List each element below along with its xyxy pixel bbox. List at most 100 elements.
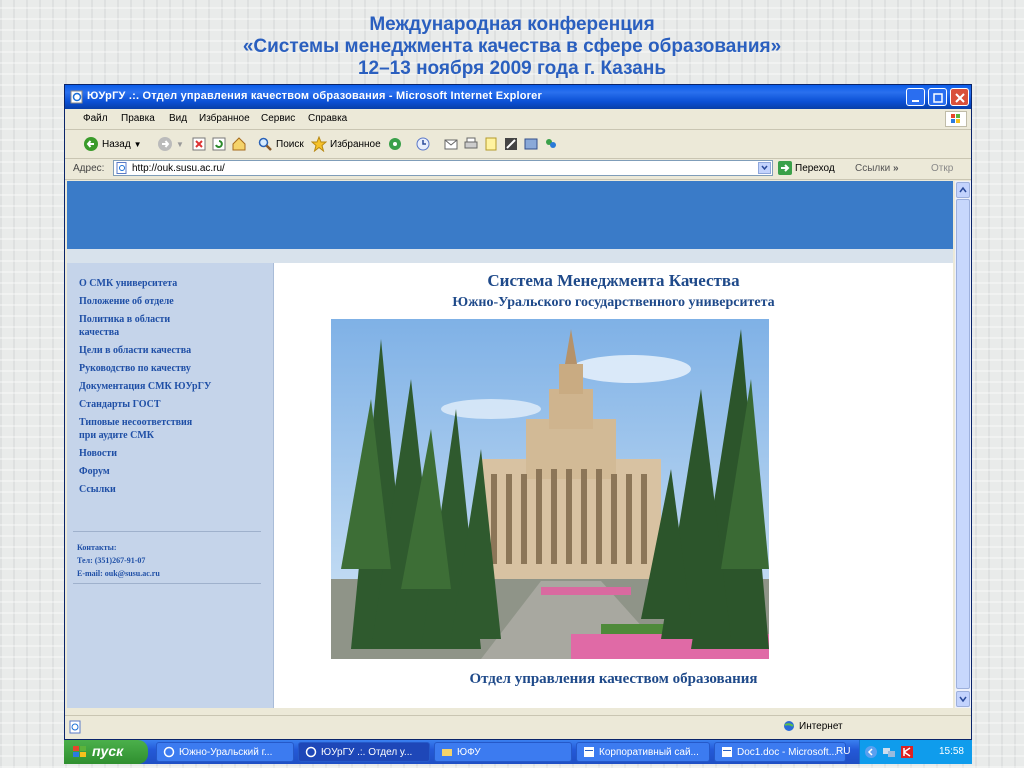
menu-tools[interactable]: Сервис (261, 113, 295, 124)
back-arrow-icon (84, 137, 98, 151)
browser-window: ЮУрГУ .:. Отдел управления качеством обр… (64, 84, 972, 740)
nav-link-gost-standards[interactable]: Стандарты ГОСТ (75, 398, 265, 411)
folder-icon (442, 749, 452, 756)
messenger-icon (546, 139, 556, 148)
back-button[interactable]: Назад ▼ (83, 136, 142, 152)
tray-antivirus-icon[interactable] (900, 745, 914, 759)
security-zone: Интернет (783, 720, 843, 732)
slide-title: Международная конференция «Системы менед… (0, 14, 1024, 80)
clock[interactable]: 15:58 (939, 746, 964, 757)
refresh-button[interactable] (211, 136, 227, 152)
media-icon (389, 138, 401, 150)
nav-link-links[interactable]: Ссылки (75, 483, 265, 496)
taskbar-item-label: Южно-Уральский г... (179, 747, 273, 758)
minimize-icon (912, 100, 919, 102)
taskbar-item-3[interactable]: ЮФУ (434, 742, 572, 762)
site-main: Система Менеджмента Качества Южно-Уральс… (274, 263, 953, 708)
contacts-phone: Тел: (351)267-91-07 (77, 556, 146, 565)
ie-icon (305, 746, 317, 758)
close-button[interactable] (950, 88, 969, 106)
home-icon (232, 137, 246, 151)
nav-link-news[interactable]: Новости (75, 447, 265, 460)
menu-help[interactable]: Справка (308, 113, 347, 124)
taskbar-item-label: ЮФУ (457, 747, 481, 758)
back-dropdown-icon[interactable]: ▼ (134, 140, 142, 149)
nav-link-smk-documentation[interactable]: Документация СМК ЮУрГУ (75, 380, 265, 393)
minimize-button[interactable] (906, 88, 925, 106)
taskbar-item-5[interactable]: Doc1.doc - Microsoft... (714, 742, 846, 762)
menu-bar: Файл Правка Вид Избранное Сервис Справка (65, 109, 971, 130)
research-button[interactable] (523, 136, 539, 152)
mail-icon (444, 139, 458, 150)
taskbar-item-1[interactable]: Южно-Уральский г... (156, 742, 294, 762)
search-icon (258, 137, 272, 151)
menu-file[interactable]: Файл (83, 113, 108, 124)
main-subtitle: Южно-Уральского государственного универс… (452, 295, 775, 310)
nav-link-quality-manual[interactable]: Руководство по качеству (75, 362, 265, 375)
address-label: Адрес: (73, 163, 105, 174)
forward-dropdown-icon[interactable]: ▼ (176, 140, 184, 149)
nav-link-quality-goals[interactable]: Цели в области качества (75, 344, 265, 357)
university-building-photo (331, 319, 769, 659)
print-button[interactable] (463, 136, 479, 152)
notepad-icon (485, 137, 497, 151)
contacts-email[interactable]: E-mail: ouk@susu.ac.ru (77, 567, 160, 580)
history-button[interactable] (415, 136, 431, 152)
links-button[interactable]: Ссылки » (855, 163, 899, 174)
address-input[interactable]: http://ouk.susu.ac.ru/ (113, 160, 773, 176)
menu-edit[interactable]: Правка (121, 113, 155, 124)
edit-button[interactable] (483, 136, 499, 152)
media-button[interactable] (387, 136, 403, 152)
address-dropdown-icon[interactable] (758, 162, 771, 174)
menu-favorites[interactable]: Избранное (199, 113, 250, 124)
links-label: Ссылки (855, 163, 891, 174)
back-label: Назад (102, 138, 131, 150)
home-button[interactable] (231, 136, 247, 152)
ie-page-icon (70, 90, 83, 104)
nav-link-forum[interactable]: Форум (75, 465, 265, 478)
tray-chevron-icon[interactable] (864, 745, 878, 759)
scroll-up-icon[interactable] (956, 182, 970, 198)
nav-link-department-regulations[interactable]: Положение об отделе (75, 295, 265, 308)
stop-button[interactable] (191, 136, 207, 152)
security-zone-label: Интернет (799, 720, 843, 732)
menu-view[interactable]: Вид (169, 113, 187, 124)
tray-network-icon[interactable] (882, 745, 896, 759)
start-label: пуск (92, 743, 124, 759)
taskbar: пуск Южно-Уральский г... ЮУрГУ .:. Отдел… (64, 740, 972, 764)
maximize-button[interactable] (928, 88, 947, 106)
window-titlebar[interactable]: ЮУрГУ .:. Отдел управления качеством обр… (65, 85, 971, 109)
messenger-button[interactable] (543, 136, 559, 152)
taskbar-item-4[interactable]: Корпоративный сай... (576, 742, 710, 762)
taskbar-item-2[interactable]: ЮУрГУ .:. Отдел у... (298, 742, 430, 762)
word-doc-icon (722, 747, 732, 757)
windows-flag-icon (945, 111, 967, 127)
nav-link-audit-nonconformities[interactable]: Типовые несоответствия при аудите СМК (75, 416, 265, 442)
maximize-icon (933, 93, 943, 103)
page-icon (116, 162, 127, 174)
research-icon (524, 138, 538, 150)
scroll-down-icon[interactable] (956, 691, 970, 707)
forward-button[interactable]: ▼ (157, 136, 184, 152)
go-button[interactable]: Переход (778, 161, 835, 175)
windows-logo-icon (73, 746, 86, 757)
start-button[interactable]: пуск (64, 740, 148, 764)
scroll-thumb[interactable] (956, 199, 970, 689)
language-indicator[interactable]: RU (836, 746, 850, 757)
nav-link-smk-university[interactable]: О СМК университета (75, 277, 265, 290)
taskbar-item-label: Корпоративный сай... (599, 747, 699, 758)
search-label: Поиск (276, 138, 304, 150)
sidebar-divider (73, 531, 261, 532)
slide-title-line-2: «Системы менеджмента качества в сфере об… (242, 36, 782, 57)
internet-globe-icon (784, 721, 794, 731)
search-button[interactable]: Поиск (257, 136, 304, 152)
favorites-button[interactable]: Избранное (311, 136, 381, 152)
page-viewport: О СМК университета Положение об отделе П… (67, 181, 953, 708)
ie-icon (163, 746, 175, 758)
nav-link-quality-policy[interactable]: Политика в области качества (75, 313, 265, 339)
open-button[interactable]: Откр (931, 163, 953, 174)
discuss-button[interactable] (503, 136, 519, 152)
mail-button[interactable] (443, 136, 459, 152)
vertical-scrollbar[interactable] (955, 181, 971, 708)
status-page-icon (69, 720, 81, 734)
